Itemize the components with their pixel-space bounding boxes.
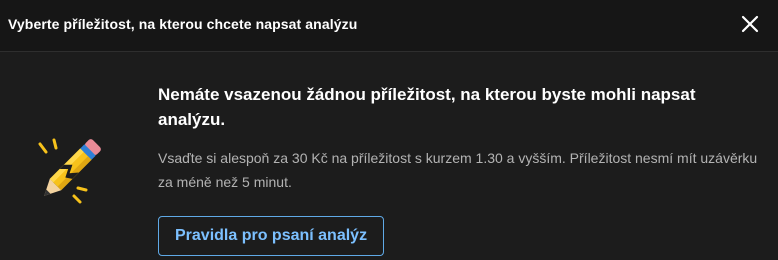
writing-rules-button[interactable]: Pravidla pro psaní analýz [158,216,385,256]
close-icon [741,15,759,33]
empty-state-description: Vsaďte si alespoň za 30 Kč na příležitos… [158,150,758,190]
empty-state-heading: Nemáte vsazenou žádnou příležitost, na k… [158,85,696,129]
dialog-header: Vyberte příležitost, na kterou chcete na… [0,0,778,52]
close-button[interactable] [738,12,762,36]
analysis-picker-dialog: Vyberte příležitost, na kterou chcete na… [0,0,778,260]
dialog-body: Nemáte vsazenou žádnou příležitost, na k… [0,52,778,260]
empty-state-content: Nemáte vsazenou žádnou příležitost, na k… [158,82,758,256]
pencil-icon [26,124,116,214]
dialog-title: Vyberte příležitost, na kterou chcete na… [8,16,358,32]
